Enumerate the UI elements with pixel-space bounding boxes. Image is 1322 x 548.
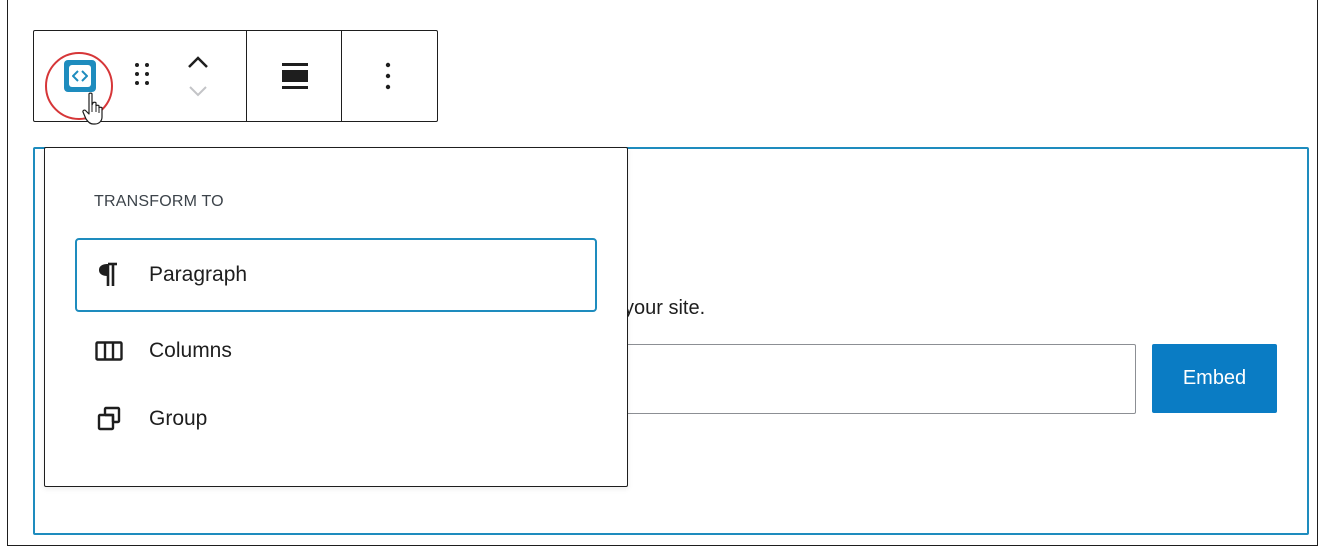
embed-code-icon xyxy=(69,65,91,87)
transform-option-columns[interactable]: Columns xyxy=(75,314,597,388)
transform-option-label: Paragraph xyxy=(149,263,248,286)
align-wide-icon[interactable] xyxy=(279,59,311,93)
more-vertical-icon[interactable] xyxy=(376,59,400,93)
transform-popover: TRANSFORM TO Paragraph Columns Group xyxy=(44,147,628,487)
toolbar-group-align xyxy=(247,31,342,121)
block-transform-button[interactable] xyxy=(64,60,96,92)
hand-cursor-icon xyxy=(82,92,103,125)
columns-icon xyxy=(95,337,123,365)
transform-option-label: Columns xyxy=(149,339,232,362)
embed-url-input[interactable] xyxy=(560,344,1136,414)
chevron-down-icon[interactable] xyxy=(184,83,212,101)
toolbar-group-more xyxy=(342,31,437,121)
popover-heading: TRANSFORM TO xyxy=(94,193,224,210)
group-icon xyxy=(95,405,123,433)
toolbar-group-block xyxy=(34,31,247,125)
transform-option-paragraph[interactable]: Paragraph xyxy=(75,238,597,312)
transform-option-label: Group xyxy=(149,407,208,430)
embed-button[interactable]: Embed xyxy=(1152,344,1277,413)
block-toolbar xyxy=(33,30,438,125)
embed-instructions: your site. xyxy=(624,297,706,319)
paragraph-icon xyxy=(95,261,123,289)
transform-option-group[interactable]: Group xyxy=(75,382,597,456)
chevron-up-icon[interactable] xyxy=(184,51,212,73)
drag-handle-icon[interactable] xyxy=(132,59,152,89)
